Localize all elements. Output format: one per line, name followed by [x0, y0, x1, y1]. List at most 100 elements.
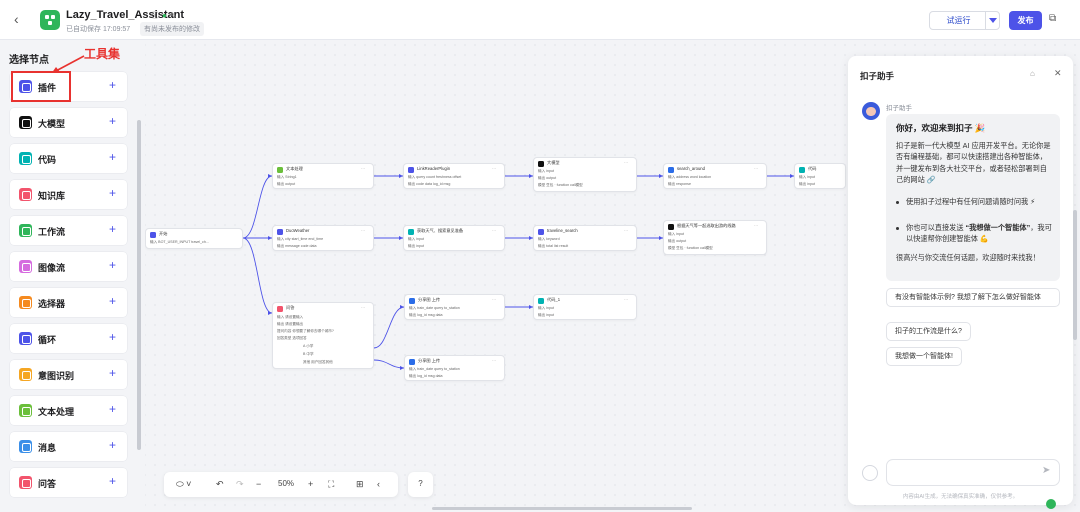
assistant-scrollbar[interactable] — [1073, 210, 1077, 340]
panel-scrollbar[interactable] — [137, 120, 141, 450]
node-item-workflow[interactable]: 工作流 + — [10, 216, 127, 245]
more-icon[interactable]: ··· — [492, 297, 496, 302]
assistant-sender-name: 扣子助手 — [886, 105, 912, 112]
mouse-mode-icon[interactable]: ⬭ ˅ — [176, 479, 191, 490]
info-icon[interactable]: ⓘ — [151, 11, 159, 20]
more-icon[interactable]: ··· — [492, 166, 496, 171]
add-icon[interactable]: + — [109, 114, 116, 128]
workflow-node-code[interactable]: 代码 输入 input 输出 input — [794, 163, 846, 189]
more-icon[interactable]: ··· — [361, 166, 365, 171]
node-item-loop[interactable]: 循环 + — [10, 324, 127, 353]
add-icon[interactable]: + — [109, 402, 116, 416]
suggestion-chip[interactable]: 我想做一个智能体! — [886, 347, 962, 366]
workflow-node-code-1[interactable]: 代码_1 ··· 输入 input 输出 input — [533, 294, 637, 320]
workflow-node-weather[interactable]: DuoWeather ··· 输入 city start_time end_tim… — [272, 225, 374, 251]
canvas-scrollbar[interactable] — [432, 507, 692, 510]
llm-node-icon — [668, 224, 674, 230]
workflow-node-traveline-search[interactable]: traveline_search ··· 输入 keyword 输出 total … — [533, 225, 637, 251]
status-icon — [1046, 499, 1056, 509]
send-icon[interactable]: ➤ — [1042, 465, 1050, 476]
add-icon[interactable]: + — [109, 474, 116, 488]
more-icon[interactable]: ··· — [754, 223, 758, 228]
llm-node-icon — [538, 161, 544, 167]
edit-icon[interactable]: ✎ — [170, 11, 177, 20]
more-icon[interactable]: ··· — [754, 166, 758, 171]
more-icon[interactable]: ··· — [361, 228, 365, 233]
add-icon[interactable]: + — [109, 186, 116, 200]
fit-view-icon[interactable]: ⛶ — [328, 479, 334, 490]
publish-button[interactable]: 发布 — [1009, 11, 1042, 30]
assistant-avatar — [862, 102, 880, 120]
message-icon — [19, 440, 32, 453]
node-item-knowledge[interactable]: 知识库 + — [10, 180, 127, 209]
plugin-node-icon — [538, 229, 544, 235]
annotation-highlight-box — [11, 71, 71, 102]
help-icon[interactable]: ? — [408, 472, 433, 497]
ai-disclaimer: 内容由AI生成，无法确保真实准确，仅供参考。 — [902, 494, 1019, 500]
add-icon[interactable]: + — [109, 330, 116, 344]
history-icon[interactable]: ⧉ — [1049, 13, 1056, 24]
workflow-node-text-processing[interactable]: 文本处理 ··· 输入 String1 输出 output — [272, 163, 374, 189]
chat-input[interactable] — [886, 459, 1060, 486]
qa-icon — [19, 476, 32, 489]
layout-icon[interactable]: ⊞ — [356, 479, 364, 490]
back-arrow-icon[interactable]: ‹ — [14, 11, 19, 27]
workflow-node-weather-prep[interactable]: 获取天气、搜索意见准备 ··· 输入 input 输出 input — [403, 225, 505, 251]
add-icon[interactable]: + — [109, 150, 116, 164]
workflow-logo-icon — [40, 10, 60, 30]
more-icon[interactable]: ··· — [624, 228, 628, 233]
zoom-in-icon[interactable]: + — [308, 479, 313, 489]
home-icon[interactable]: ⌂ — [1030, 69, 1035, 78]
workflow-node-start[interactable]: 开始 输入 BOT_USER_INPUT travel_ch... — [145, 228, 243, 249]
add-icon[interactable]: + — [109, 78, 116, 92]
canvas-toolbar: ⬭ ˅ ↶ ↷ − 50% + ⛶ ⊞ ‹ — [164, 472, 398, 497]
workflow-node-search-around[interactable]: search_around ··· 输入 address word locatio… — [663, 163, 767, 189]
add-icon[interactable]: + — [109, 438, 116, 452]
collapse-icon[interactable]: ‹ — [377, 479, 380, 489]
add-icon[interactable]: + — [109, 222, 116, 236]
workflow-node-question[interactable]: 问答 ··· 输入 请设置输入 输出 请设置输出 提问内容 你想要了解你去哪个城市… — [272, 302, 374, 369]
text-processing-icon — [19, 404, 32, 417]
node-item-message[interactable]: 消息 + — [10, 432, 127, 461]
add-icon[interactable]: + — [109, 258, 116, 272]
workflow-node-upload-1[interactable]: 分享图 上传 ··· 输入 train_date query to_station… — [404, 294, 505, 320]
more-icon[interactable]: ··· — [492, 358, 496, 363]
closing-text: 很高兴与你交流任何话题，欢迎随时来找我！ — [896, 253, 1040, 262]
node-item-intent[interactable]: 意图识别 + — [10, 360, 127, 389]
llm-icon — [19, 116, 32, 129]
top-bar: ‹ Lazy_Travel_Assistant ⓘ ● ✎ 已自动保存 17:09:… — [0, 0, 1080, 40]
workflow-node-plugin-1[interactable]: LinkReaderPlugin ··· 输入 query count fresh… — [403, 163, 505, 189]
node-item-qa[interactable]: 问答 + — [10, 468, 127, 497]
workflow-node-upload-2[interactable]: 分享图 上传 ··· 输入 train_date query to_station… — [404, 355, 505, 381]
redo-icon[interactable]: ↷ — [236, 479, 244, 490]
test-run-dropdown-icon[interactable] — [985, 11, 1000, 30]
zoom-level[interactable]: 50% — [278, 479, 294, 488]
more-icon[interactable]: ··· — [624, 297, 628, 302]
node-item-imageflow[interactable]: 图像流 + — [10, 252, 127, 281]
code-node-icon — [408, 229, 414, 235]
more-icon[interactable]: ··· — [361, 305, 365, 310]
node-selection-panel: 选择节点 工具集 插件 + 大模型 + 代码 + 知识库 + 工作流 + 图像流 + 选择器… — [0, 40, 145, 512]
question-node-icon — [277, 306, 283, 312]
suggestion-chip[interactable]: 有没有智能体示例? 我想了解下怎么做好智能体 — [886, 288, 1060, 307]
new-chat-icon[interactable] — [862, 465, 878, 481]
greeting: 你好，欢迎来到扣子 🎉 — [896, 123, 986, 133]
bullet-1: 使用扣子过程中有任何问题请随时问我 ⚡ — [906, 197, 1036, 206]
text-node-icon — [277, 167, 283, 173]
node-item-llm[interactable]: 大模型 + — [10, 108, 127, 137]
suggestion-chip[interactable]: 扣子的工作流是什么? — [886, 322, 971, 341]
add-icon[interactable]: + — [109, 366, 116, 380]
undo-icon[interactable]: ↶ — [216, 479, 224, 490]
more-icon[interactable]: ··· — [492, 228, 496, 233]
more-icon[interactable]: ··· — [624, 160, 628, 165]
close-icon[interactable]: ✕ — [1054, 68, 1062, 79]
node-item-text-processing[interactable]: 文本处理 + — [10, 396, 127, 425]
node-item-code[interactable]: 代码 + — [10, 144, 127, 173]
workflow-node-llm-1[interactable]: 大模型 ··· 输入 input 输出 output 模型 豆包 · functi… — [533, 157, 637, 192]
add-icon[interactable]: + — [109, 294, 116, 308]
zoom-out-icon[interactable]: − — [256, 479, 261, 489]
workflow-node-llm-2[interactable]: 根据天气等一起选取出游的线路 ··· 输入 input 输出 output 模型 … — [663, 220, 767, 255]
published-check-icon: ● — [162, 11, 167, 20]
assistant-title: 扣子助手 — [860, 71, 895, 81]
node-item-selector[interactable]: 选择器 + — [10, 288, 127, 317]
